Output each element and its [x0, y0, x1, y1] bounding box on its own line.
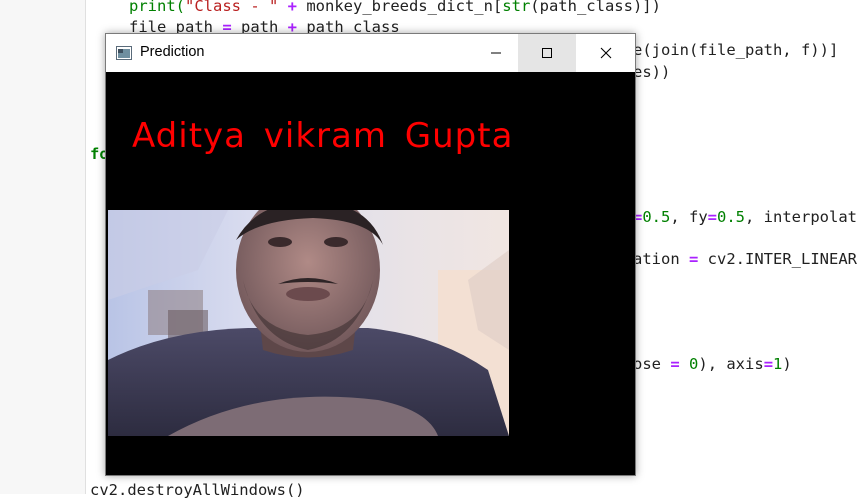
minimize-button[interactable]	[473, 34, 519, 72]
webcam-frame	[108, 210, 509, 436]
prediction-window[interactable]: Prediction Aditya vikram Gupta	[105, 33, 636, 476]
close-button[interactable]	[576, 34, 635, 72]
code-line-resize: =0.5, fy=0.5, interpolat	[633, 208, 857, 226]
prediction-canvas: Aditya vikram Gupta	[106, 72, 635, 475]
maximize-icon	[542, 48, 552, 58]
minimize-icon	[491, 52, 501, 54]
window-titlebar[interactable]: Prediction	[106, 34, 635, 72]
code-line-join: e(join(file_path, f))]	[633, 41, 839, 59]
close-icon	[600, 47, 611, 59]
code-line-interpolation: ation = cv2.INTER_LINEAR	[633, 250, 857, 268]
prediction-label: Aditya vikram Gupta	[132, 116, 514, 156]
code-line-destroy-windows: cv2.destroyAllWindows()	[90, 481, 305, 499]
window-title: Prediction	[140, 44, 205, 60]
maximize-button[interactable]	[518, 34, 576, 72]
editor-gutter	[0, 0, 86, 494]
code-line-print-class: print("Class - " + monkey_breeds_dict_n[…	[129, 0, 661, 15]
window-app-icon	[116, 45, 132, 60]
code-line-es: es))	[633, 63, 671, 81]
code-line-axis: ose = 0), axis=1)	[633, 355, 792, 373]
